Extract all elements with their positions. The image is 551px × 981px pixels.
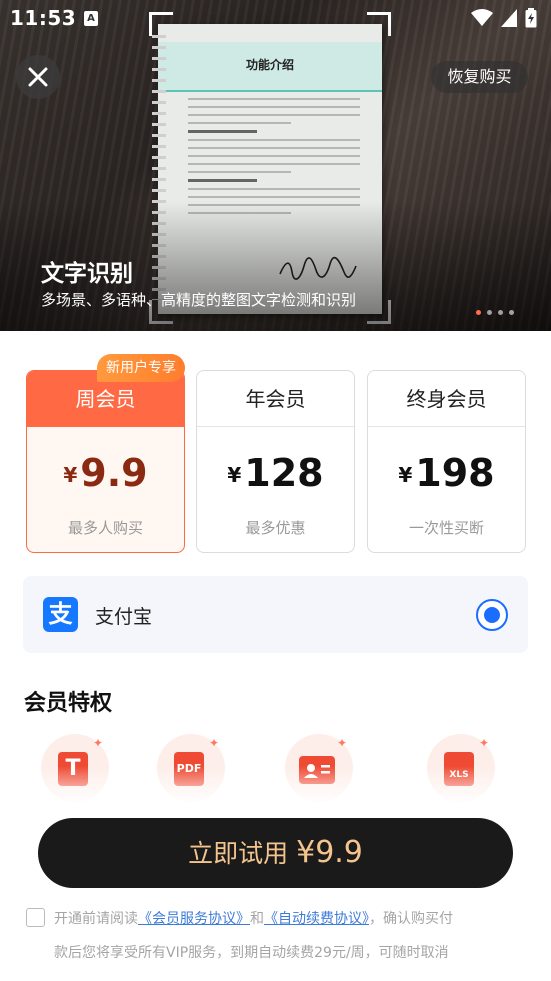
trial-button-price: ¥9.9 (296, 835, 363, 870)
sample-document-title: 功能介绍 (245, 58, 294, 72)
close-icon (28, 67, 48, 87)
payment-method-label: 支付宝 (95, 606, 153, 628)
agreement-text-line2: 款后您将享受所有VIP服务，到期自动续费29元/周，可随时取消 (54, 945, 449, 961)
trial-button[interactable]: 立即试用 ¥9.9 (38, 818, 513, 888)
plan-name: 年会员 (197, 371, 354, 427)
plan-name: 终身会员 (368, 371, 525, 427)
plan-weekly[interactable]: 周会员 ¥9.9 最多人购买 (26, 370, 185, 553)
status-bar: 11:53 A (0, 0, 551, 38)
service-agreement-link[interactable]: 《会员服务协议》 (138, 911, 250, 927)
wifi-icon (471, 9, 493, 26)
restore-purchase-button[interactable]: 恢复购买 (431, 61, 528, 93)
hero-title: 文字识别 (41, 261, 133, 287)
signal-icon (501, 9, 517, 27)
carousel-dot[interactable] (498, 310, 503, 315)
plan-note: 一次性买断 (408, 519, 484, 537)
auto-renewal-agreement-link[interactable]: 《自动续费协议》 (264, 911, 369, 927)
payment-radio[interactable] (476, 599, 508, 631)
battery-icon (525, 8, 537, 28)
plan-note: 最多优惠 (245, 519, 306, 537)
trial-button-label: 立即试用 (188, 839, 289, 868)
hero-subtitle: 多场景、多语种、高精度的整图文字检测和识别 (41, 291, 357, 309)
plan-price: ¥128 (227, 451, 324, 495)
notification-icon: A (84, 11, 98, 26)
carousel-indicator[interactable] (476, 310, 514, 315)
status-time: 11:53 (10, 6, 77, 30)
carousel-dot[interactable] (509, 310, 514, 315)
alipay-icon: 支 (43, 597, 78, 632)
plan-lifetime[interactable]: 终身会员 ¥198 一次性买断 (367, 370, 526, 553)
plan-note: 最多人购买 (67, 519, 143, 537)
agreement-checkbox[interactable] (26, 908, 45, 927)
plan-price: ¥198 (398, 451, 495, 495)
plan-price: ¥9.9 (63, 451, 148, 495)
new-user-badge: 新用户专享 (97, 354, 185, 382)
carousel-dot[interactable] (487, 310, 492, 315)
payment-method-alipay[interactable]: 支 支付宝 (23, 576, 528, 653)
plan-options: 周会员 ¥9.9 最多人购买 年会员 ¥128 最多优惠 终身会员 ¥198 一… (26, 370, 526, 553)
hero-banner: 功能介绍 11:53 A 恢复购买 文字识别 多场景、多语种、高精度的整图文字检… (0, 0, 551, 331)
carousel-dot[interactable] (476, 310, 481, 315)
close-button[interactable] (16, 55, 60, 99)
plan-yearly[interactable]: 年会员 ¥128 最多优惠 (196, 370, 355, 553)
privileges-title: 会员特权 (24, 691, 113, 716)
